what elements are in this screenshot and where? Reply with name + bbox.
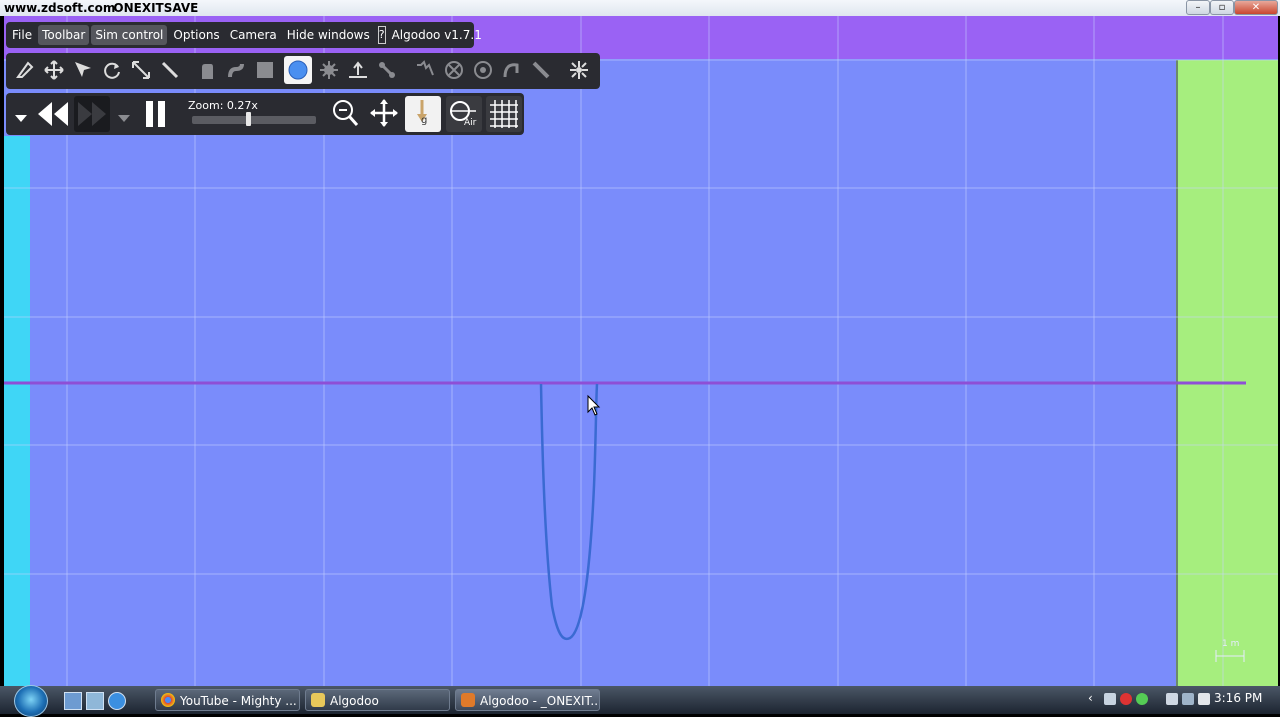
taskbar: YouTube - Mighty ... Algodoo Algodoo - _… <box>0 685 1280 717</box>
task-algodoo-folder[interactable]: Algodoo <box>305 689 450 711</box>
sim-control-bar: Zoom: 0.27x g Air <box>6 93 524 135</box>
menu-toolbar[interactable]: Toolbar <box>38 25 90 45</box>
gravity-toggle[interactable]: g <box>405 96 441 132</box>
circle-tool-icon[interactable] <box>284 56 312 84</box>
zoom-slider[interactable] <box>192 116 316 124</box>
zoom-magnifier-icon[interactable] <box>330 98 360 132</box>
start-button[interactable] <box>14 685 48 717</box>
task-label: Algodoo <box>330 694 379 708</box>
menu-sim-control[interactable]: Sim control <box>91 25 168 45</box>
switch-windows-icon[interactable] <box>86 692 104 710</box>
grid-toggle-icon[interactable] <box>486 96 522 132</box>
title-suffix: ONEXITSAVE <box>113 1 199 15</box>
air-label: Air <box>464 118 477 128</box>
pause-icon[interactable] <box>144 100 168 132</box>
chrome-icon <box>161 693 175 707</box>
window-title: www.zdsoft.comONEXITSAVE <box>4 0 198 16</box>
tray-update-icon[interactable] <box>1136 693 1148 705</box>
zoom-label: Zoom: 0.27x <box>188 99 258 112</box>
box-tool-icon[interactable] <box>254 59 276 81</box>
task-label: YouTube - Mighty ... <box>180 694 297 708</box>
menu-hide-windows[interactable]: Hide windows <box>283 25 374 45</box>
chain-tool-icon[interactable] <box>376 59 398 81</box>
tray-security-icon[interactable] <box>1120 693 1132 705</box>
axle-tool-icon[interactable] <box>472 59 494 81</box>
zoom-slider-thumb[interactable] <box>245 112 251 126</box>
gravity-label: g <box>421 115 428 126</box>
fast-forward-icon[interactable] <box>74 96 110 132</box>
watermark-text: www.zdsoft.com <box>4 1 116 15</box>
maximize-button[interactable]: ▫ <box>1210 0 1234 15</box>
close-button[interactable]: ✕ <box>1234 0 1278 15</box>
laser-tool-icon[interactable] <box>568 59 590 81</box>
tracer-tool-icon[interactable] <box>501 59 523 81</box>
task-youtube[interactable]: YouTube - Mighty ... <box>155 689 300 711</box>
menu-options[interactable]: Options <box>169 25 223 45</box>
fixate-tool-icon[interactable] <box>443 59 465 81</box>
rope-tool-icon[interactable] <box>225 59 247 81</box>
tray-device-icon[interactable] <box>1182 693 1194 705</box>
knife-tool-icon[interactable] <box>159 59 181 81</box>
menu-file[interactable]: File <box>8 25 36 45</box>
internet-explorer-icon[interactable] <box>108 692 126 710</box>
gear-tool-icon[interactable] <box>318 59 340 81</box>
tracer-path <box>539 383 599 641</box>
minimize-button[interactable]: – <box>1186 0 1210 15</box>
thruster-tool-icon[interactable] <box>530 59 552 81</box>
plane-tool-icon[interactable] <box>347 59 369 81</box>
tool-bar <box>6 53 600 89</box>
menu-bar: File Toolbar Sim control Options Camera … <box>6 22 482 48</box>
scale-tool-icon[interactable] <box>130 59 152 81</box>
algodoo-icon <box>461 693 475 707</box>
scale-indicator <box>1215 650 1245 662</box>
tray-monitor-icon[interactable] <box>1166 693 1178 705</box>
task-algodoo-app[interactable]: Algodoo - _ONEXIT... <box>455 689 600 711</box>
window-titlebar: www.zdsoft.comONEXITSAVE – ▫ ✕ <box>0 0 1280 16</box>
help-button[interactable]: ? <box>377 26 386 44</box>
tray-network-icon[interactable] <box>1104 693 1116 705</box>
menu-camera[interactable]: Camera <box>226 25 281 45</box>
sketch-tool-icon[interactable] <box>14 59 36 81</box>
clock: 3:16 PM <box>1214 691 1263 705</box>
tray-expand-icon[interactable]: ‹ <box>1088 691 1093 705</box>
pan-icon[interactable] <box>369 98 399 132</box>
air-toggle[interactable]: Air <box>446 96 482 132</box>
dropdown-arrow-icon[interactable] <box>15 108 27 127</box>
rotate-tool-icon[interactable] <box>101 59 123 81</box>
scale-label: 1 m <box>1222 639 1239 649</box>
spring-tool-icon[interactable] <box>414 59 436 81</box>
rewind-icon[interactable] <box>38 101 68 131</box>
tray-volume-icon[interactable] <box>1198 693 1210 705</box>
hand-tool-icon[interactable] <box>196 59 218 81</box>
show-desktop-icon[interactable] <box>64 692 82 710</box>
drag-tool-icon[interactable] <box>72 59 94 81</box>
task-label: Algodoo - _ONEXIT... <box>480 694 600 708</box>
version-label: Algodoo v1.7.1 <box>391 28 482 42</box>
folder-icon <box>311 693 325 707</box>
speed-dropdown-icon[interactable] <box>118 108 130 127</box>
move-tool-icon[interactable] <box>43 59 65 81</box>
